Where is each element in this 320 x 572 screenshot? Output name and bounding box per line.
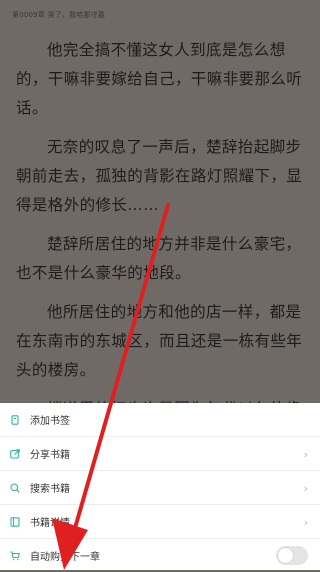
- menu-item-label: 搜索书籍: [30, 484, 70, 495]
- menu-item-share-book[interactable]: 分享书籍 ›: [0, 437, 320, 471]
- paragraph: 楚辞所居住的地方并非是什么豪宅，也不是什么豪华的地段。: [16, 235, 302, 282]
- search-icon: [10, 483, 20, 493]
- menu-item-auto-buy: 自动购买下一章: [0, 539, 320, 572]
- menu-item-add-bookmark[interactable]: 添加书签: [0, 403, 320, 437]
- reader-page: 第0009章 哭了，我哈那守墓 他完全搞不懂这女人到底是怎么想的，干嘛非要嫁给自…: [0, 0, 320, 405]
- menu-item-label: 分享书籍: [30, 450, 70, 461]
- menu-item-label: 书籍详情: [30, 518, 70, 529]
- share-icon: [10, 449, 20, 459]
- paragraph: 无奈的叹息了一声后，楚辞抬起脚步朝前走去，孤独的背影在路灯照耀下，显得是格外的修…: [16, 138, 303, 214]
- cart-icon: [10, 551, 20, 561]
- book-details-icon: [10, 517, 20, 527]
- chevron-right-icon: ›: [303, 516, 308, 529]
- bookmark-icon: [11, 415, 19, 425]
- menu-item-label: 自动购买下一章: [30, 552, 100, 563]
- paragraph: 他所居住的地方和他的店一样，都是在东南市的东城区，而且还是一栋有些年头的楼房。: [16, 303, 303, 379]
- menu-item-label: 添加书签: [30, 416, 70, 427]
- paragraph: 他完全搞不懂这女人到底是怎么想的，干嘛非要嫁给自己，干嘛非要那么听话。: [16, 41, 303, 117]
- menu-item-search-book[interactable]: 搜索书籍 ›: [0, 471, 320, 505]
- menu-item-book-details[interactable]: 书籍详情 ›: [0, 505, 320, 539]
- chevron-right-icon: ›: [303, 448, 308, 461]
- chapter-header: 第0009章 哭了，我哈那守墓: [12, 11, 106, 19]
- book-options-menu: 添加书签 分享书籍 › 搜索书籍 › 书籍详情 › 自动购买下一章: [0, 403, 320, 570]
- toggle-knob: [278, 548, 293, 563]
- auto-buy-toggle[interactable]: [276, 546, 308, 565]
- chapter-content: 他完全搞不懂这女人到底是怎么想的，干嘛非要嫁给自己，干嘛非要那么听话。 无奈的叹…: [16, 36, 312, 405]
- chevron-right-icon: ›: [303, 482, 308, 495]
